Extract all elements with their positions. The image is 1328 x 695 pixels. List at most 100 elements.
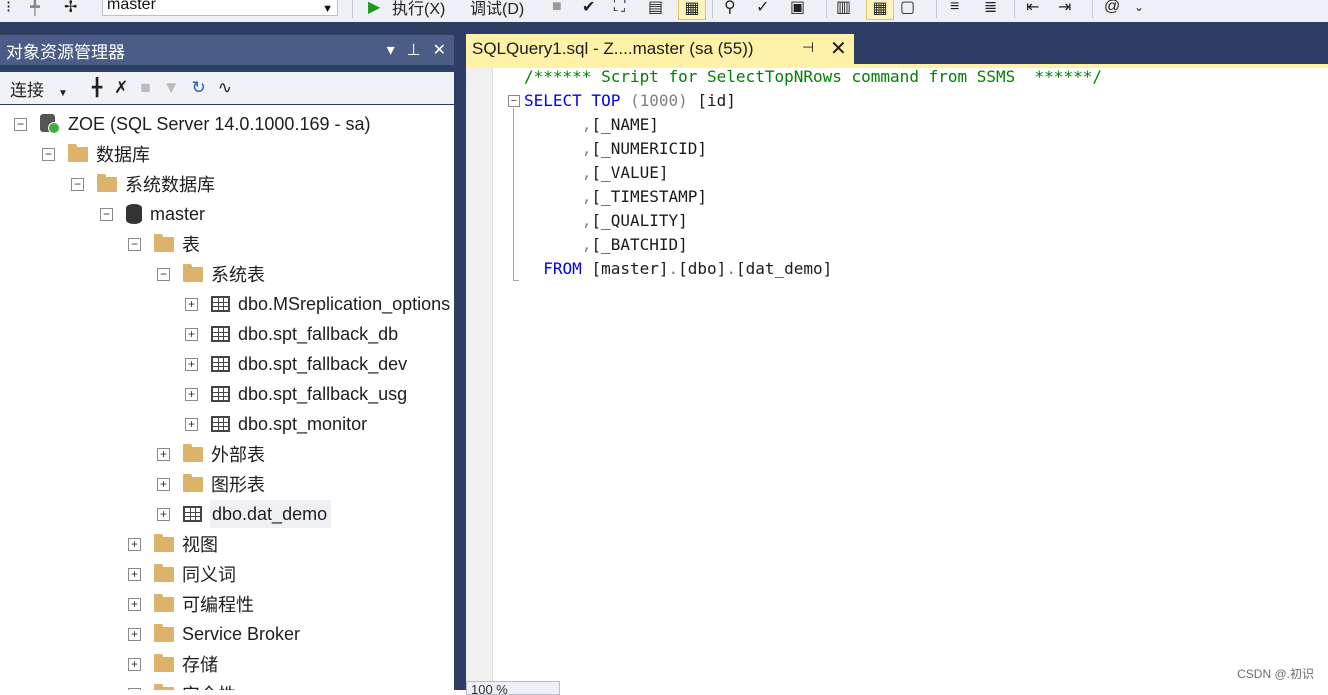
results-to-file-icon[interactable]: ▢: [900, 0, 915, 18]
fold-guide-end: [513, 280, 519, 281]
results-grid-icon[interactable]: ▦: [678, 0, 706, 20]
tree-node-security[interactable]: + 安全性: [128, 680, 236, 690]
tree-node-storage[interactable]: + 存储: [128, 650, 218, 678]
collapse-icon[interactable]: −: [157, 267, 170, 281]
folder-icon: [97, 173, 117, 192]
tree-node-label: 表: [182, 235, 200, 255]
decrease-indent-icon[interactable]: ⇤: [1026, 0, 1039, 18]
activity-monitor-icon[interactable]: ∿: [218, 78, 232, 98]
tab-sqlquery1[interactable]: SQLQuery1.sql - Z....master (sa (55)) ⊣ …: [466, 34, 854, 64]
tree-node-label: master: [150, 203, 206, 224]
execute-play-icon[interactable]: ▶: [368, 0, 380, 18]
expand-icon[interactable]: +: [185, 297, 198, 311]
pin-icon[interactable]: ⊥: [407, 40, 421, 60]
sql-editor[interactable]: − /****** Script for SelectTopNRows comm…: [466, 67, 1328, 690]
expand-icon[interactable]: +: [185, 357, 198, 371]
database-combo[interactable]: master ▼: [102, 0, 338, 16]
stop-icon[interactable]: ■: [552, 0, 562, 18]
tree-node-tables[interactable]: − 表: [128, 230, 200, 258]
tree-node-label: dbo.spt_fallback_usg: [238, 383, 408, 404]
expand-icon[interactable]: +: [157, 477, 170, 491]
object-explorer-title: 对象资源管理器: [6, 42, 125, 62]
increase-indent-icon[interactable]: ⇥: [1058, 0, 1071, 18]
code-line: FROM [master].[dbo].[dat_demo]: [524, 259, 833, 278]
specify-values-icon[interactable]: @: [1104, 0, 1120, 18]
close-icon[interactable]: ✕: [433, 40, 446, 60]
tree-node-server[interactable]: − ZOE (SQL Server 14.0.1000.169 - sa): [14, 110, 370, 138]
filter-icon[interactable]: ▼: [163, 78, 180, 98]
code-line: ,[_NAME]: [524, 115, 659, 134]
tree-node-views[interactable]: + 视图: [128, 530, 218, 558]
expand-icon[interactable]: +: [185, 417, 198, 431]
folder-icon: [183, 443, 203, 462]
expand-icon[interactable]: +: [128, 627, 141, 641]
refresh-icon[interactable]: ↻: [192, 78, 206, 98]
tree-node-table[interactable]: + dbo.spt_fallback_dev: [185, 350, 407, 378]
disconnect-icon[interactable]: ✗: [114, 78, 128, 98]
window-position-icon[interactable]: ▾: [387, 40, 395, 60]
close-tab-icon[interactable]: ✕: [830, 36, 847, 61]
tree-node-graph-tables[interactable]: + 图形表: [157, 470, 265, 498]
folder-icon: [154, 623, 174, 642]
tree-node-table[interactable]: + dbo.MSreplication_options: [185, 290, 450, 318]
expand-icon[interactable]: +: [185, 327, 198, 341]
pin-icon[interactable]: ⊣: [802, 39, 814, 56]
tree-node-table[interactable]: + dbo.spt_fallback_db: [185, 320, 398, 348]
table-icon: [183, 506, 202, 522]
zoom-combo[interactable]: 100 %: [466, 681, 560, 695]
execute-button[interactable]: 执行(X): [392, 0, 445, 18]
stop-icon[interactable]: ■: [140, 78, 150, 98]
tree-node-system-tables[interactable]: − 系统表: [157, 260, 265, 288]
query-options-icon[interactable]: ⚲: [724, 0, 736, 18]
client-stats-icon[interactable]: ▥: [836, 0, 851, 18]
tree-node-service-broker[interactable]: + Service Broker: [128, 620, 300, 648]
expand-icon[interactable]: +: [128, 537, 141, 551]
object-explorer-titlebar: 对象资源管理器 ▾ ⊥ ✕: [0, 35, 454, 65]
expand-icon[interactable]: +: [128, 567, 141, 581]
tree-node-system-databases[interactable]: − 系统数据库: [71, 170, 215, 198]
toolbar-overflow-icon[interactable]: ⌄: [1134, 0, 1144, 18]
tree-node-master[interactable]: − master: [100, 200, 205, 228]
expand-icon[interactable]: +: [128, 657, 141, 671]
collapse-icon[interactable]: −: [128, 237, 141, 251]
tree-node-external-tables[interactable]: + 外部表: [157, 440, 265, 468]
tree-node-table[interactable]: + dbo.spt_fallback_usg: [185, 380, 407, 408]
tree-node-dat-demo[interactable]: + dbo.dat_demo: [157, 500, 332, 528]
results-text-icon[interactable]: ▤: [648, 0, 663, 18]
intellisense-icon[interactable]: ✓: [756, 0, 769, 18]
expand-icon[interactable]: +: [185, 387, 198, 401]
tree-node-label: 视图: [182, 535, 218, 555]
comment-icon[interactable]: ≡: [950, 0, 959, 18]
collapse-icon[interactable]: −: [14, 117, 27, 131]
plan-icon[interactable]: ⛶: [614, 0, 625, 18]
expand-icon[interactable]: +: [157, 447, 170, 461]
collapse-icon[interactable]: −: [100, 207, 113, 221]
folder-icon: [183, 263, 203, 282]
results-to-grid-icon[interactable]: ▦: [866, 0, 894, 20]
tree-node-label: 安全性: [182, 681, 236, 690]
tree-node-label: 外部表: [211, 445, 265, 465]
tree-node-table[interactable]: + dbo.spt_monitor: [185, 410, 367, 438]
connect-plug-icon[interactable]: ╋: [92, 78, 102, 98]
expand-icon[interactable]: +: [128, 597, 141, 611]
uncomment-icon[interactable]: ≣: [984, 0, 997, 18]
connect-dropdown-button[interactable]: 连接 ▼: [10, 76, 80, 101]
collapse-icon[interactable]: −: [71, 177, 84, 191]
expand-icon[interactable]: +: [157, 507, 170, 521]
tree-node-programmability[interactable]: + 可编程性: [128, 590, 254, 618]
tree-node-label: 同义词: [182, 565, 236, 585]
connect-icon[interactable]: ╇: [30, 0, 40, 18]
collapse-region-icon[interactable]: −: [508, 95, 520, 107]
tree-node-synonyms[interactable]: + 同义词: [128, 560, 236, 588]
tree-node-databases[interactable]: − 数据库: [42, 140, 150, 168]
tree-node-label: 系统数据库: [125, 175, 215, 195]
plug-icon[interactable]: ✢: [64, 0, 77, 18]
panel-splitter[interactable]: [454, 22, 464, 690]
chevron-down-icon: ▼: [322, 3, 333, 15]
tab-title: SQLQuery1.sql - Z....master (sa (55)): [472, 39, 754, 58]
fold-guide: [513, 108, 514, 280]
parse-check-icon[interactable]: ✔: [582, 0, 595, 18]
collapse-icon[interactable]: −: [42, 147, 55, 161]
actual-plan-icon[interactable]: ▣: [790, 0, 805, 18]
debug-button[interactable]: 调试(D): [470, 0, 524, 18]
